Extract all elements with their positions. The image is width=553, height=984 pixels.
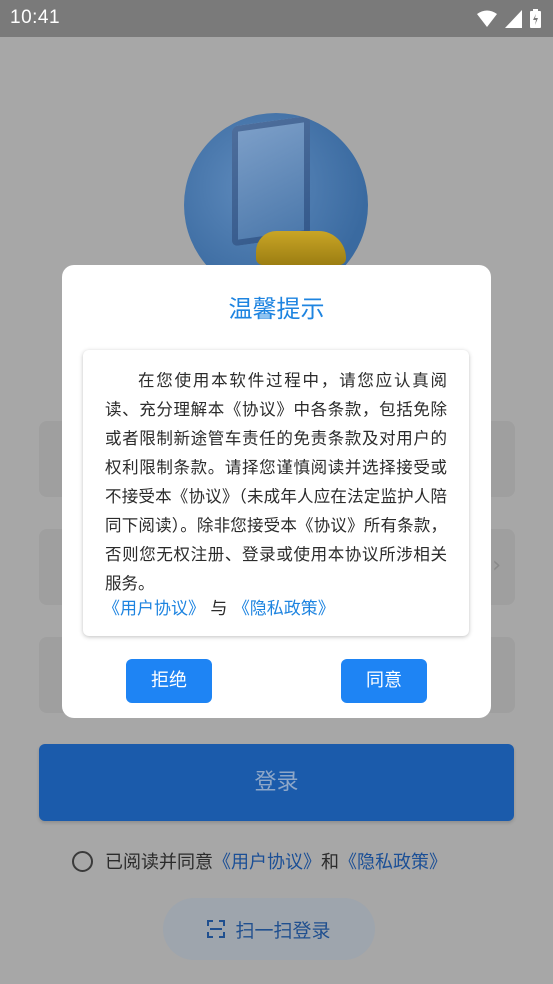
user-agreement-link[interactable]: 《用户协议》 bbox=[213, 848, 321, 874]
dialog-joiner: 与 bbox=[210, 599, 228, 619]
battery-icon bbox=[530, 9, 541, 28]
status-icons bbox=[477, 9, 541, 28]
accept-button[interactable]: 同意 bbox=[341, 659, 427, 703]
scan-login-label: 扫一扫登录 bbox=[235, 919, 331, 942]
car-graphic bbox=[256, 231, 346, 265]
status-bar: 10:41 bbox=[0, 0, 553, 37]
privacy-policy-link[interactable]: 《隐私政策》 bbox=[339, 848, 447, 874]
dialog-title: 温馨提示 bbox=[228, 295, 325, 323]
screen-graphic bbox=[232, 115, 310, 247]
dialog-links: 《用户协议》 与 《隐私政策》 bbox=[103, 594, 335, 619]
dialog-body: 在您使用本软件过程中，请您应认真阅读、充分理解本《协议》中各条款，包括免除或者限… bbox=[83, 350, 469, 636]
dialog-user-agreement-link[interactable]: 《用户协议》 bbox=[103, 599, 205, 619]
agreement-row: 已阅读并同意 《用户协议》 和 《隐私政策》 bbox=[72, 848, 447, 874]
scan-icon bbox=[207, 920, 226, 938]
status-time: 10:41 bbox=[10, 7, 61, 28]
agreement-prefix: 已阅读并同意 bbox=[105, 852, 213, 873]
agreement-and: 和 bbox=[321, 852, 339, 873]
dialog-privacy-policy-link[interactable]: 《隐私政策》 bbox=[233, 599, 335, 619]
wifi-icon bbox=[477, 10, 497, 27]
scan-login-button[interactable]: 扫一扫登录 bbox=[163, 898, 375, 960]
reject-button[interactable]: 拒绝 bbox=[126, 659, 212, 703]
signal-icon bbox=[505, 9, 522, 28]
chevron-right-icon: › bbox=[492, 553, 501, 578]
agree-radio[interactable] bbox=[72, 850, 93, 872]
login-button[interactable]: 登录 bbox=[39, 744, 514, 821]
dialog-message: 在您使用本软件过程中，请您应认真阅读、充分理解本《协议》中各条款，包括免除或者限… bbox=[105, 371, 447, 593]
notice-dialog: 温馨提示 在您使用本软件过程中，请您应认真阅读、充分理解本《协议》中各条款，包括… bbox=[62, 265, 491, 718]
